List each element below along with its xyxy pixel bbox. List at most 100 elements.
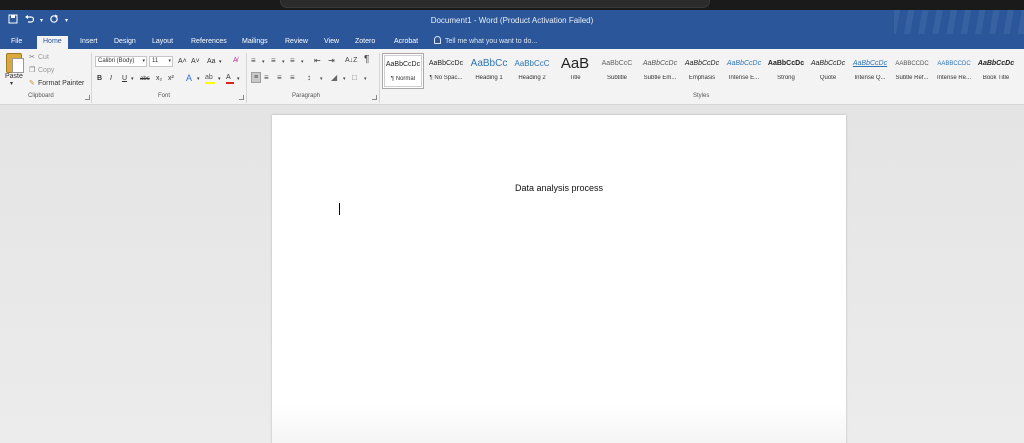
style-title[interactable]: AaB Title <box>554 53 596 89</box>
tell-me-box[interactable]: Tell me what you want to do... <box>434 36 537 45</box>
shading-icon[interactable]: ◢ <box>331 73 337 83</box>
style-name: Subtle Em... <box>643 75 677 81</box>
paste-icon[interactable] <box>6 53 24 73</box>
tab-insert[interactable]: Insert <box>74 36 104 49</box>
subscript-button[interactable]: x₂ <box>156 74 162 84</box>
chevron-down-icon[interactable]: ▾ <box>282 57 285 67</box>
style-name: Intense Q... <box>854 75 886 81</box>
decrease-indent-icon[interactable]: ⇤ <box>314 56 321 66</box>
copy-label: Copy <box>38 67 55 74</box>
chevron-down-icon[interactable]: ▾ <box>237 74 240 84</box>
text-effects-icon[interactable]: A <box>186 73 192 83</box>
style-quote[interactable]: AaBbCcDc Quote <box>807 53 849 89</box>
browser-strip <box>0 0 1024 10</box>
strikethrough-button[interactable]: abc <box>140 74 150 84</box>
format-painter-button[interactable]: ✎ Format Painter <box>29 79 84 87</box>
style-subtle-emphasis[interactable]: AaBbCcDc Subtle Em... <box>639 53 681 89</box>
style-sample: AABBCCDC <box>937 61 971 67</box>
bold-button[interactable]: B <box>97 74 102 84</box>
font-size-select[interactable]: 11 ▾ <box>149 56 173 67</box>
chevron-down-icon[interactable]: ▾ <box>218 74 221 84</box>
font-group-label: Font <box>158 93 171 99</box>
chevron-down-icon[interactable]: ▾ <box>301 57 304 67</box>
tab-references[interactable]: References <box>185 36 233 49</box>
style-sample: AaBbCcDc <box>767 60 805 67</box>
tab-design[interactable]: Design <box>108 36 142 49</box>
style-name: Subtitle <box>606 75 627 81</box>
style-sample: AABBCCDC <box>895 61 929 67</box>
chevron-down-icon[interactable]: ▾ <box>320 74 323 84</box>
chevron-down-icon[interactable]: ▾ <box>343 74 346 84</box>
paragraph-group-label: Paragraph <box>292 93 321 99</box>
text-cursor <box>339 203 340 215</box>
cut-button[interactable]: ✂ Cut <box>29 53 49 61</box>
style-strong[interactable]: AaBbCcDc Strong <box>765 53 807 89</box>
style-no-spacing[interactable]: AaBbCcDc ¶ No Spac... <box>425 53 467 89</box>
paste-button[interactable]: Paste <box>5 73 23 80</box>
align-left-icon[interactable]: ≡ <box>251 72 261 83</box>
align-center-icon[interactable]: ≡ <box>264 73 269 83</box>
tab-home[interactable]: Home <box>37 36 68 49</box>
sort-button[interactable]: A↓Z <box>345 56 357 66</box>
chevron-down-icon[interactable]: ▾ <box>364 74 367 84</box>
font-launcher-icon[interactable] <box>239 95 244 100</box>
chevron-down-icon[interactable]: ▾ <box>219 57 222 67</box>
shrink-font-button[interactable]: A˅ <box>191 57 200 67</box>
style-name: Strong <box>777 75 795 81</box>
clipboard-launcher-icon[interactable] <box>85 95 90 100</box>
style-sample: AaBbCcDc <box>385 61 421 68</box>
style-intense-quote[interactable]: AaBbCcDc Intense Q... <box>849 53 891 89</box>
tab-file[interactable]: File <box>5 36 28 49</box>
style-normal[interactable]: AaBbCcDc ¶ Normal <box>382 53 424 89</box>
chevron-down-icon[interactable]: ▾ <box>262 57 265 67</box>
style-subtle-reference[interactable]: AABBCCDC Subtle Ref... <box>891 53 933 89</box>
numbering-icon[interactable]: ≡ <box>271 56 276 66</box>
superscript-button[interactable]: x² <box>168 74 174 84</box>
document-heading[interactable]: Data analysis process <box>272 183 846 193</box>
tab-zotero[interactable]: Zotero <box>349 36 381 49</box>
tab-review[interactable]: Review <box>279 36 314 49</box>
font-family-value: Calibri (Body) <box>98 58 135 64</box>
copy-icon: ❐ <box>29 67 36 74</box>
style-heading-1[interactable]: AaBbCc Heading 1 <box>468 53 510 89</box>
paste-dropdown-icon[interactable]: ▾ <box>10 80 13 87</box>
tell-me-placeholder: Tell me what you want to do... <box>445 38 538 45</box>
line-spacing-icon[interactable]: ↕ <box>307 73 311 83</box>
group-divider <box>379 53 380 103</box>
browser-address-pill[interactable] <box>280 0 710 8</box>
clear-formatting-icon[interactable]: A̸ <box>233 56 238 66</box>
style-emphasis[interactable]: AaBbCcDc Emphasis <box>681 53 723 89</box>
grow-font-button[interactable]: A˄ <box>178 57 187 67</box>
tab-view[interactable]: View <box>318 36 345 49</box>
style-intense-emphasis[interactable]: AaBbCcDc Intense E... <box>723 53 765 89</box>
document-workspace[interactable]: Data analysis process <box>0 105 1024 443</box>
font-family-select[interactable]: Calibri (Body) ▾ <box>95 56 147 67</box>
multilevel-list-icon[interactable]: ≡ <box>290 56 295 66</box>
change-case-button[interactable]: Aa <box>207 57 216 67</box>
align-right-icon[interactable]: ≡ <box>277 73 282 83</box>
chevron-down-icon[interactable]: ▾ <box>131 74 134 84</box>
copy-button[interactable]: ❐ Copy <box>29 66 54 74</box>
style-heading-2[interactable]: AaBbCcC Heading 2 <box>511 53 553 89</box>
highlight-icon[interactable]: ab <box>205 73 215 84</box>
tab-acrobat[interactable]: Acrobat <box>388 36 424 49</box>
increase-indent-icon[interactable]: ⇥ <box>328 56 335 66</box>
chevron-down-icon: ▾ <box>142 58 145 64</box>
style-book-title[interactable]: AaBbCcDc Book Title <box>975 53 1017 89</box>
style-name: Intense E... <box>728 75 760 81</box>
style-subtitle[interactable]: AaBbCcC Subtitle <box>596 53 638 89</box>
justify-icon[interactable]: ≡ <box>290 73 295 83</box>
italic-button[interactable]: I <box>110 74 112 84</box>
document-page[interactable]: Data analysis process <box>272 115 846 443</box>
chevron-down-icon[interactable]: ▾ <box>197 74 200 84</box>
borders-icon[interactable]: □ <box>352 73 357 83</box>
font-color-icon[interactable]: A <box>226 73 234 84</box>
tab-layout[interactable]: Layout <box>146 36 179 49</box>
paragraph-launcher-icon[interactable] <box>372 95 377 100</box>
underline-button[interactable]: U <box>122 74 127 84</box>
style-name: ¶ No Spac... <box>429 75 463 81</box>
style-intense-reference[interactable]: AABBCCDC Intense Re... <box>933 53 975 89</box>
bullets-icon[interactable]: ≡ <box>251 56 256 66</box>
tab-mailings[interactable]: Mailings <box>236 36 274 49</box>
show-marks-button[interactable]: ¶ <box>364 55 369 65</box>
